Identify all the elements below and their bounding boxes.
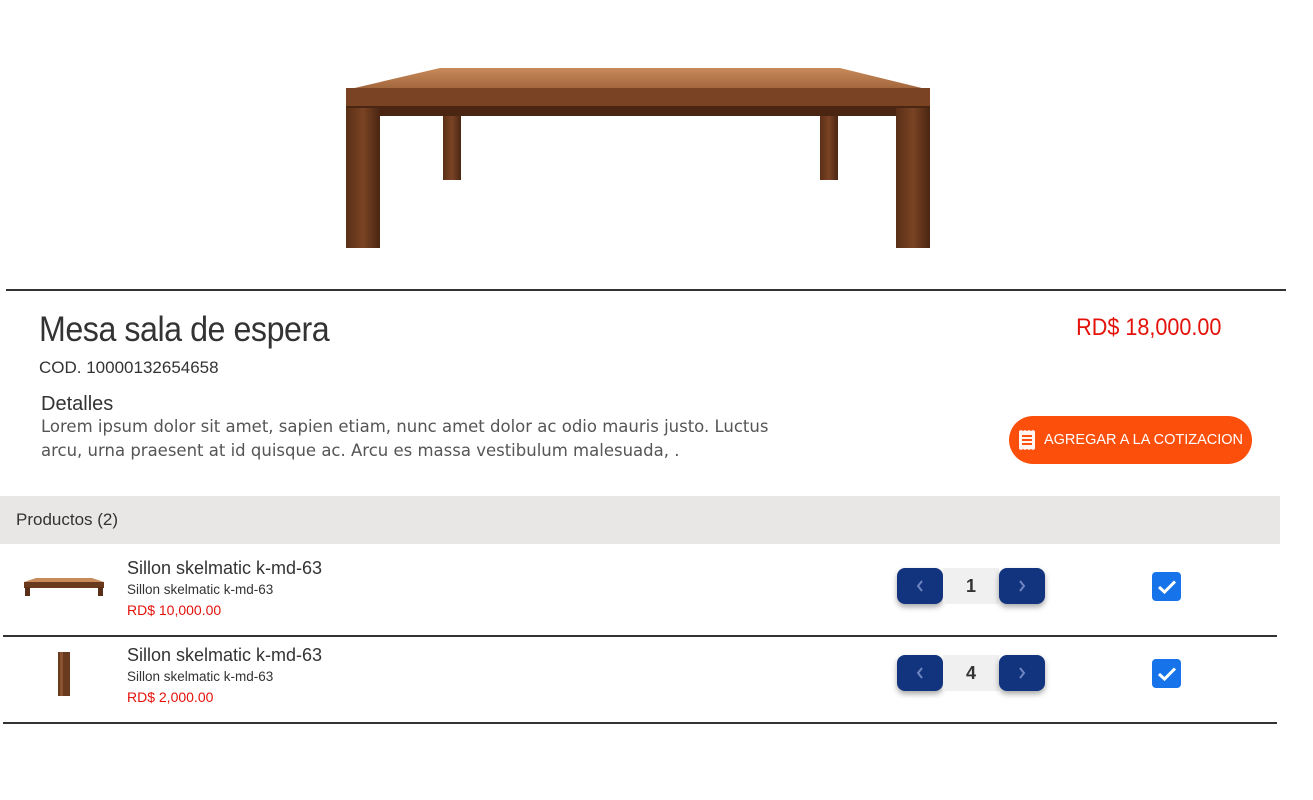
products-count-label: Productos (2) — [16, 510, 119, 529]
checkmark-icon — [1157, 579, 1176, 594]
row-select-checkbox[interactable] — [1152, 572, 1181, 601]
product-price: RD$ 18,000.00 — [1075, 314, 1221, 341]
increment-button[interactable] — [999, 655, 1045, 691]
product-thumbnail — [23, 649, 105, 699]
table-row: Sillon skelmatic k-md-63 Sillon skelmati… — [3, 550, 1277, 637]
chevron-left-icon — [916, 580, 923, 592]
receipt-icon — [1018, 430, 1036, 450]
increment-button[interactable] — [999, 568, 1045, 604]
checkmark-icon — [1157, 666, 1176, 681]
row-divider — [3, 722, 1277, 724]
table-thumbnail-icon — [24, 578, 104, 596]
product-hero-image — [0, 0, 1293, 290]
product-thumbnail — [23, 562, 105, 612]
hero-divider — [6, 289, 1286, 291]
row-select-checkbox[interactable] — [1152, 659, 1181, 688]
quantity-value[interactable]: 1 — [943, 568, 999, 604]
row-product-name: Sillon skelmatic k-md-63 — [127, 558, 323, 578]
decrement-button[interactable] — [897, 568, 943, 604]
chevron-right-icon — [1019, 667, 1026, 679]
row-product-subtitle: Sillon skelmatic k-md-63 — [127, 669, 274, 684]
chevron-left-icon — [916, 667, 923, 679]
add-to-quote-label: AGREGAR A LA COTIZACION — [1043, 432, 1244, 448]
row-product-subtitle: Sillon skelmatic k-md-63 — [127, 582, 274, 597]
details-description: Lorem ipsum dolor sit amet, sapien etiam… — [41, 417, 769, 460]
table-row: Sillon skelmatic k-md-63 Sillon skelmati… — [3, 637, 1277, 724]
wood-leg-thumbnail-icon — [58, 652, 70, 696]
products-section-header: Productos (2) — [0, 496, 1280, 544]
product-code: COD. 10000132654658 — [39, 358, 219, 377]
chevron-right-icon — [1019, 580, 1026, 592]
page-title: Mesa sala de espera — [39, 310, 330, 349]
quantity-stepper: 1 — [897, 568, 1045, 604]
add-to-quote-button[interactable]: AGREGAR A LA COTIZACION — [1009, 416, 1252, 464]
row-product-name: Sillon skelmatic k-md-63 — [127, 645, 323, 665]
row-product-price: RD$ 10,000.00 — [127, 602, 222, 618]
row-product-price: RD$ 2,000.00 — [127, 689, 214, 705]
quantity-stepper: 4 — [897, 655, 1045, 691]
details-heading: Detalles — [41, 393, 114, 415]
decrement-button[interactable] — [897, 655, 943, 691]
quantity-value[interactable]: 4 — [943, 655, 999, 691]
wooden-table-image — [346, 68, 930, 248]
